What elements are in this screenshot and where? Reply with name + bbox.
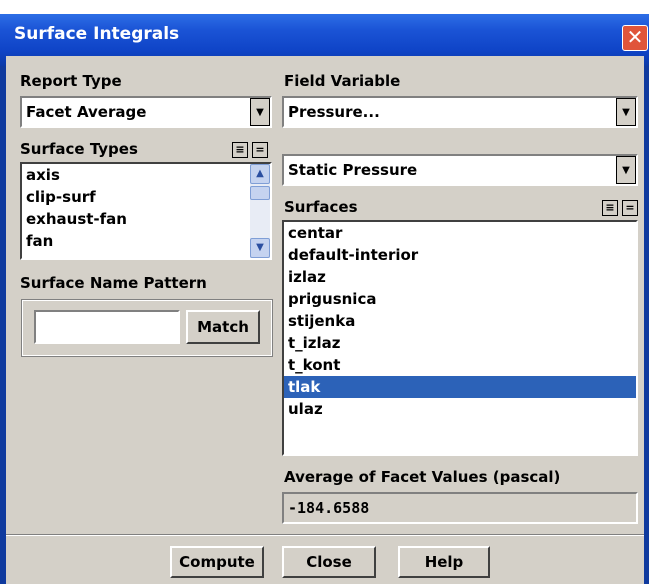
field-variable-sub-value: Static Pressure [288, 161, 418, 179]
list-item[interactable]: axis [22, 164, 270, 186]
report-type-label: Report Type [20, 72, 122, 90]
list-item-selected[interactable]: tlak [284, 376, 636, 398]
deselect-all-icon[interactable]: = [252, 142, 268, 158]
result-label: Average of Facet Values (pascal) [284, 468, 561, 486]
surface-types-list[interactable]: axis clip-surf exhaust-fan fan ▲ ▼ [20, 162, 272, 260]
match-button[interactable]: Match [186, 310, 260, 344]
result-value: -184.6588 [282, 492, 638, 524]
list-item[interactable]: ulaz [284, 398, 636, 420]
pattern-label: Surface Name Pattern [20, 274, 207, 292]
report-type-value: Facet Average [26, 103, 147, 121]
field-variable-dropdown[interactable]: Pressure... ▼ [282, 96, 638, 128]
dialog-client: Report Type Facet Average ▼ Field Variab… [6, 56, 644, 584]
compute-button[interactable]: Compute [170, 546, 264, 578]
dialog-window: Surface Integrals ✕ Report Type Facet Av… [0, 14, 649, 584]
chevron-down-icon[interactable]: ▼ [616, 98, 636, 126]
report-type-dropdown[interactable]: Facet Average ▼ [20, 96, 272, 128]
close-window-button[interactable]: ✕ [622, 25, 648, 51]
select-all-icon[interactable]: ≡ [602, 200, 618, 216]
scroll-thumb[interactable] [250, 186, 270, 200]
window-title: Surface Integrals [14, 24, 180, 44]
list-item[interactable]: exhaust-fan [22, 208, 270, 230]
scroll-up-icon[interactable]: ▲ [250, 164, 270, 184]
field-variable-label: Field Variable [284, 72, 401, 90]
field-variable-sub-dropdown[interactable]: Static Pressure ▼ [282, 154, 638, 186]
list-item[interactable]: prigusnica [284, 288, 636, 310]
chevron-down-icon[interactable]: ▼ [250, 98, 270, 126]
list-item[interactable]: default-interior [284, 244, 636, 266]
list-item[interactable]: t_izlaz [284, 332, 636, 354]
surface-types-label: Surface Types [20, 140, 138, 158]
divider [6, 534, 644, 536]
close-button[interactable]: Close [282, 546, 376, 578]
pattern-input[interactable] [34, 310, 180, 344]
scrollbar[interactable]: ▲ ▼ [250, 164, 270, 258]
select-all-icon[interactable]: ≡ [232, 142, 248, 158]
scroll-down-icon[interactable]: ▼ [250, 238, 270, 258]
surfaces-list[interactable]: centar default-interior izlaz prigusnica… [282, 220, 638, 456]
list-item[interactable]: stijenka [284, 310, 636, 332]
close-icon: ✕ [626, 25, 644, 49]
list-item[interactable]: t_kont [284, 354, 636, 376]
chevron-down-icon[interactable]: ▼ [616, 156, 636, 184]
list-item[interactable]: izlaz [284, 266, 636, 288]
deselect-all-icon[interactable]: = [622, 200, 638, 216]
field-variable-value: Pressure... [288, 103, 380, 121]
surfaces-label: Surfaces [284, 198, 358, 216]
list-item[interactable]: clip-surf [22, 186, 270, 208]
list-item[interactable]: centar [284, 222, 636, 244]
help-button[interactable]: Help [398, 546, 490, 578]
list-item[interactable]: fan [22, 230, 270, 252]
